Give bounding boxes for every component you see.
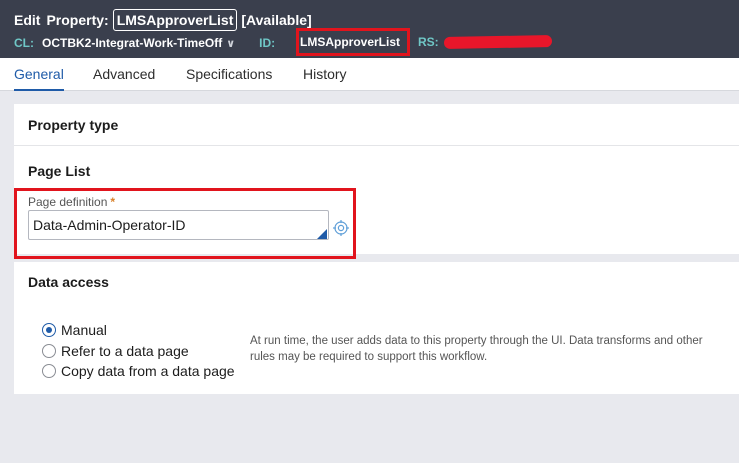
radio-copy-data-page[interactable]: Copy data from a data page [42, 363, 235, 379]
class-value-link[interactable]: OCTBK2-Integrat-Work-TimeOff [42, 36, 222, 50]
tab-specifications[interactable]: Specifications [186, 58, 272, 91]
id-value: LMSApproverList [300, 35, 401, 49]
property-type-title: Property type [28, 117, 119, 133]
radio-manual[interactable]: Manual [42, 322, 107, 338]
radio-refer-label: Refer to a data page [61, 343, 189, 359]
edit-label: Edit [14, 12, 41, 28]
tab-history[interactable]: History [303, 58, 347, 91]
page-definition-input[interactable] [28, 210, 329, 240]
status-badge: [Available] [241, 12, 312, 28]
tab-general[interactable]: General [14, 58, 64, 91]
radio-manual-label: Manual [61, 322, 107, 338]
class-key: CL: [14, 36, 34, 50]
property-name-field[interactable]: LMSApproverList [112, 9, 238, 31]
radio-unchecked-icon[interactable] [42, 344, 56, 358]
data-access-title: Data access [28, 274, 109, 290]
required-mark: * [110, 195, 116, 209]
property-type-panel: Property type [14, 104, 739, 146]
id-key: ID: [259, 36, 276, 50]
header-bar: Edit Property: LMSApproverList [Availabl… [0, 0, 739, 58]
class-meta: CL: OCTBK2-Integrat-Work-TimeOff ∨ ID: [14, 35, 283, 51]
property-label: Property: [46, 12, 109, 28]
rs-key: RS: [418, 35, 439, 49]
page-list-title: Page List [28, 163, 91, 179]
tab-advanced[interactable]: Advanced [93, 58, 155, 91]
autocomplete-corner-icon [317, 229, 327, 239]
target-icon[interactable] [333, 220, 349, 236]
header-title: Edit Property: LMSApproverList [Availabl… [14, 9, 312, 31]
radio-unchecked-icon[interactable] [42, 364, 56, 378]
radio-checked-icon[interactable] [42, 323, 56, 337]
page-definition-label-text: Page definition [28, 195, 108, 209]
chevron-down-icon[interactable]: ∨ [226, 37, 235, 50]
page-definition-label: Page definition * [28, 195, 115, 209]
radio-refer-data-page[interactable]: Refer to a data page [42, 343, 189, 359]
tab-bar: General Advanced Specifications History [0, 58, 739, 91]
radio-copy-label: Copy data from a data page [61, 363, 235, 379]
data-access-help-text: At run time, the user adds data to this … [250, 335, 703, 363]
redaction-mark [443, 35, 553, 49]
